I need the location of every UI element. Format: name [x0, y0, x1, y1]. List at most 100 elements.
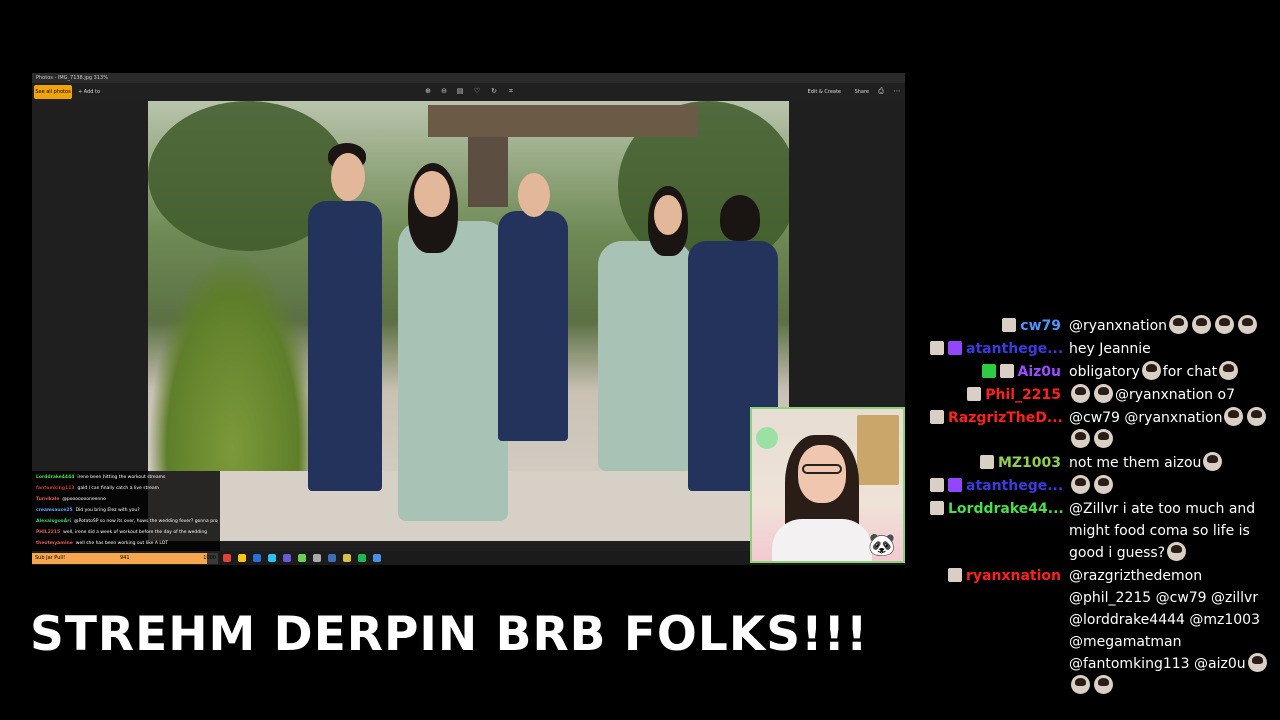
chat-username[interactable]: ryanxnation: [966, 568, 1061, 584]
add-to-button[interactable]: + Add to: [78, 85, 100, 99]
chat-message-text: not me them aizou: [1069, 452, 1269, 474]
delete-icon[interactable]: ▤: [456, 87, 464, 95]
mini-chat-username[interactable]: Lorddrake4444: [36, 475, 74, 480]
see-all-photos-button[interactable]: See all photos: [34, 85, 72, 99]
chat-badge-icon: [930, 410, 944, 424]
wedding-photo: [148, 101, 789, 541]
chat-emote-icon: [1094, 675, 1113, 694]
chat-emote-icon: [1094, 429, 1113, 448]
app-icon[interactable]: [298, 554, 306, 562]
streamer-face: [798, 445, 846, 503]
chat-emote-icon: [1203, 452, 1223, 471]
app-icon[interactable]: [313, 554, 321, 562]
mini-chat-line: theotmyamine well she has been working ou…: [36, 539, 218, 548]
streamer-shirt: [772, 519, 872, 561]
chat-emote-icon: [1219, 361, 1239, 380]
mini-chat-line: Turnikale @poooooooneenne: [36, 495, 218, 504]
chat-message-meta: MZ1003: [930, 452, 1061, 474]
mini-chat-line: Lorddrake4444 irene been hitting the work…: [36, 473, 218, 482]
favorite-icon[interactable]: ♡: [473, 87, 481, 95]
chat-username[interactable]: atanthege...: [966, 341, 1063, 357]
mini-chat-line: creamsauce25 Did you bring Elez with you?: [36, 506, 218, 515]
chat-username[interactable]: Phil_2215: [985, 387, 1061, 403]
chat-username[interactable]: Aiz0u: [1018, 364, 1062, 380]
chat-message-meta: atanthege...: [930, 338, 1063, 360]
sub-goal-label: Sub Jar Pull!: [35, 555, 66, 561]
chat-text: @razgrizthedemon: [1069, 568, 1203, 584]
chat-badge-icon: [930, 341, 944, 355]
mini-chat-username[interactable]: AlexaIsgooAri: [36, 519, 71, 524]
chat-emote-icon: [1247, 653, 1267, 672]
plush-toy-icon: [756, 427, 778, 449]
chat-message-text: might food coma so life is: [1069, 520, 1269, 542]
discord-icon[interactable]: [283, 554, 291, 562]
chat-message-meta: Aiz0u: [930, 361, 1061, 383]
chat-message-meta: cw79: [930, 315, 1061, 337]
chat-badge-icon: [948, 341, 962, 355]
chat-message-meta: ryanxnation: [930, 565, 1061, 587]
mini-chat-username[interactable]: creamsauce25: [36, 508, 73, 513]
chat-message-text: @cw79 @ryanxnation: [1069, 407, 1269, 429]
photo-viewer-toolbar: See all photos + Add to ⊕ ⊖ ▤ ♡ ↻ ⌗ Edit…: [32, 83, 905, 101]
sub-goal-target: 1000: [203, 555, 216, 561]
chat-text: for chat: [1162, 364, 1218, 380]
twitch-chat: cw79 @ryanxnation atanthege... hey Jeannie A…: [930, 300, 1280, 720]
zoom-out-icon[interactable]: ⊖: [440, 87, 448, 95]
photoshop-icon[interactable]: [253, 554, 261, 562]
groomsman: [308, 201, 382, 491]
chat-text: @megamatman: [1069, 634, 1182, 650]
sub-goal-bar: Sub Jar Pull! 941 1000: [32, 553, 218, 564]
mini-chat-text: @PotatoSP so now its over, hows the wedd…: [74, 519, 218, 524]
mini-chat-username[interactable]: theotmyamine: [36, 541, 73, 546]
chat-badge-icon: [967, 387, 982, 401]
crop-icon[interactable]: ⌗: [507, 87, 515, 95]
chat-emote-icon: [1192, 315, 1212, 334]
chat-message-meta: atanthege...: [930, 475, 1063, 497]
chat-emote-icon: [1094, 384, 1113, 403]
print-icon[interactable]: ⎙: [877, 87, 885, 95]
chat-text: might food coma so life is: [1069, 523, 1250, 539]
steam-icon[interactable]: [328, 554, 336, 562]
mini-chat-username[interactable]: fantomking113: [36, 486, 74, 491]
chat-emote-icon: [1071, 675, 1090, 694]
file-explorer-icon[interactable]: [238, 554, 246, 562]
chrome-icon[interactable]: [223, 554, 231, 562]
mini-chat-username[interactable]: Turnikale: [36, 497, 59, 502]
chat-message-text: @ryanxnation o7: [1069, 384, 1269, 406]
chat-username[interactable]: cw79: [1020, 318, 1061, 334]
mini-chat-line: AlexaIsgooAri @PotatoSP so now its over, …: [36, 517, 218, 526]
chat-emote-icon: [1167, 542, 1187, 561]
app-icon[interactable]: [343, 554, 351, 562]
chat-message-meta: RazgrizTheD...: [930, 407, 1063, 429]
photos-app-icon[interactable]: [373, 554, 381, 562]
mini-chat-username[interactable]: PHIL2215: [36, 530, 60, 535]
chat-emote-icon: [1071, 384, 1090, 403]
chat-text: @Zillvr i ate too much and: [1069, 501, 1256, 517]
chat-emote-icon: [1247, 407, 1267, 426]
photo-viewer-titlebar: Photos - IMG_7138.jpg 313%: [32, 73, 905, 83]
chat-partial-message: [930, 300, 1270, 314]
chat-username[interactable]: RazgrizTheD...: [948, 410, 1063, 426]
shelf: [857, 415, 899, 485]
face: [414, 171, 450, 217]
spotify-icon[interactable]: [358, 554, 366, 562]
rotate-icon[interactable]: ↻: [490, 87, 498, 95]
ornamental-grass: [148, 251, 318, 501]
chat-username[interactable]: MZ1003: [998, 455, 1061, 471]
edit-create-button[interactable]: Edit & Create: [808, 85, 841, 99]
chat-username[interactable]: Lorddrake44...: [948, 501, 1064, 517]
mini-chat-text: well she has been working out like A LOT: [75, 541, 169, 546]
hair: [720, 195, 760, 241]
zoom-in-icon[interactable]: ⊕: [424, 87, 432, 95]
share-button[interactable]: Share: [855, 85, 869, 99]
app-icon[interactable]: [268, 554, 276, 562]
chat-emote-icon: [1071, 429, 1090, 448]
chat-message-text: hey Jeannie: [1069, 338, 1269, 360]
face: [331, 153, 365, 201]
sub-goal-value: 941: [120, 555, 130, 561]
chat-message-text: @phil_2215 @cw79 @zillvr: [1069, 587, 1269, 609]
chat-username[interactable]: atanthege...: [966, 478, 1063, 494]
mini-chat-text: Did you bring Elez with you?: [75, 508, 140, 513]
more-options-icon[interactable]: ⋯: [893, 87, 901, 95]
chat-message-text: @lorddrake4444 @mz1003: [1069, 609, 1269, 631]
